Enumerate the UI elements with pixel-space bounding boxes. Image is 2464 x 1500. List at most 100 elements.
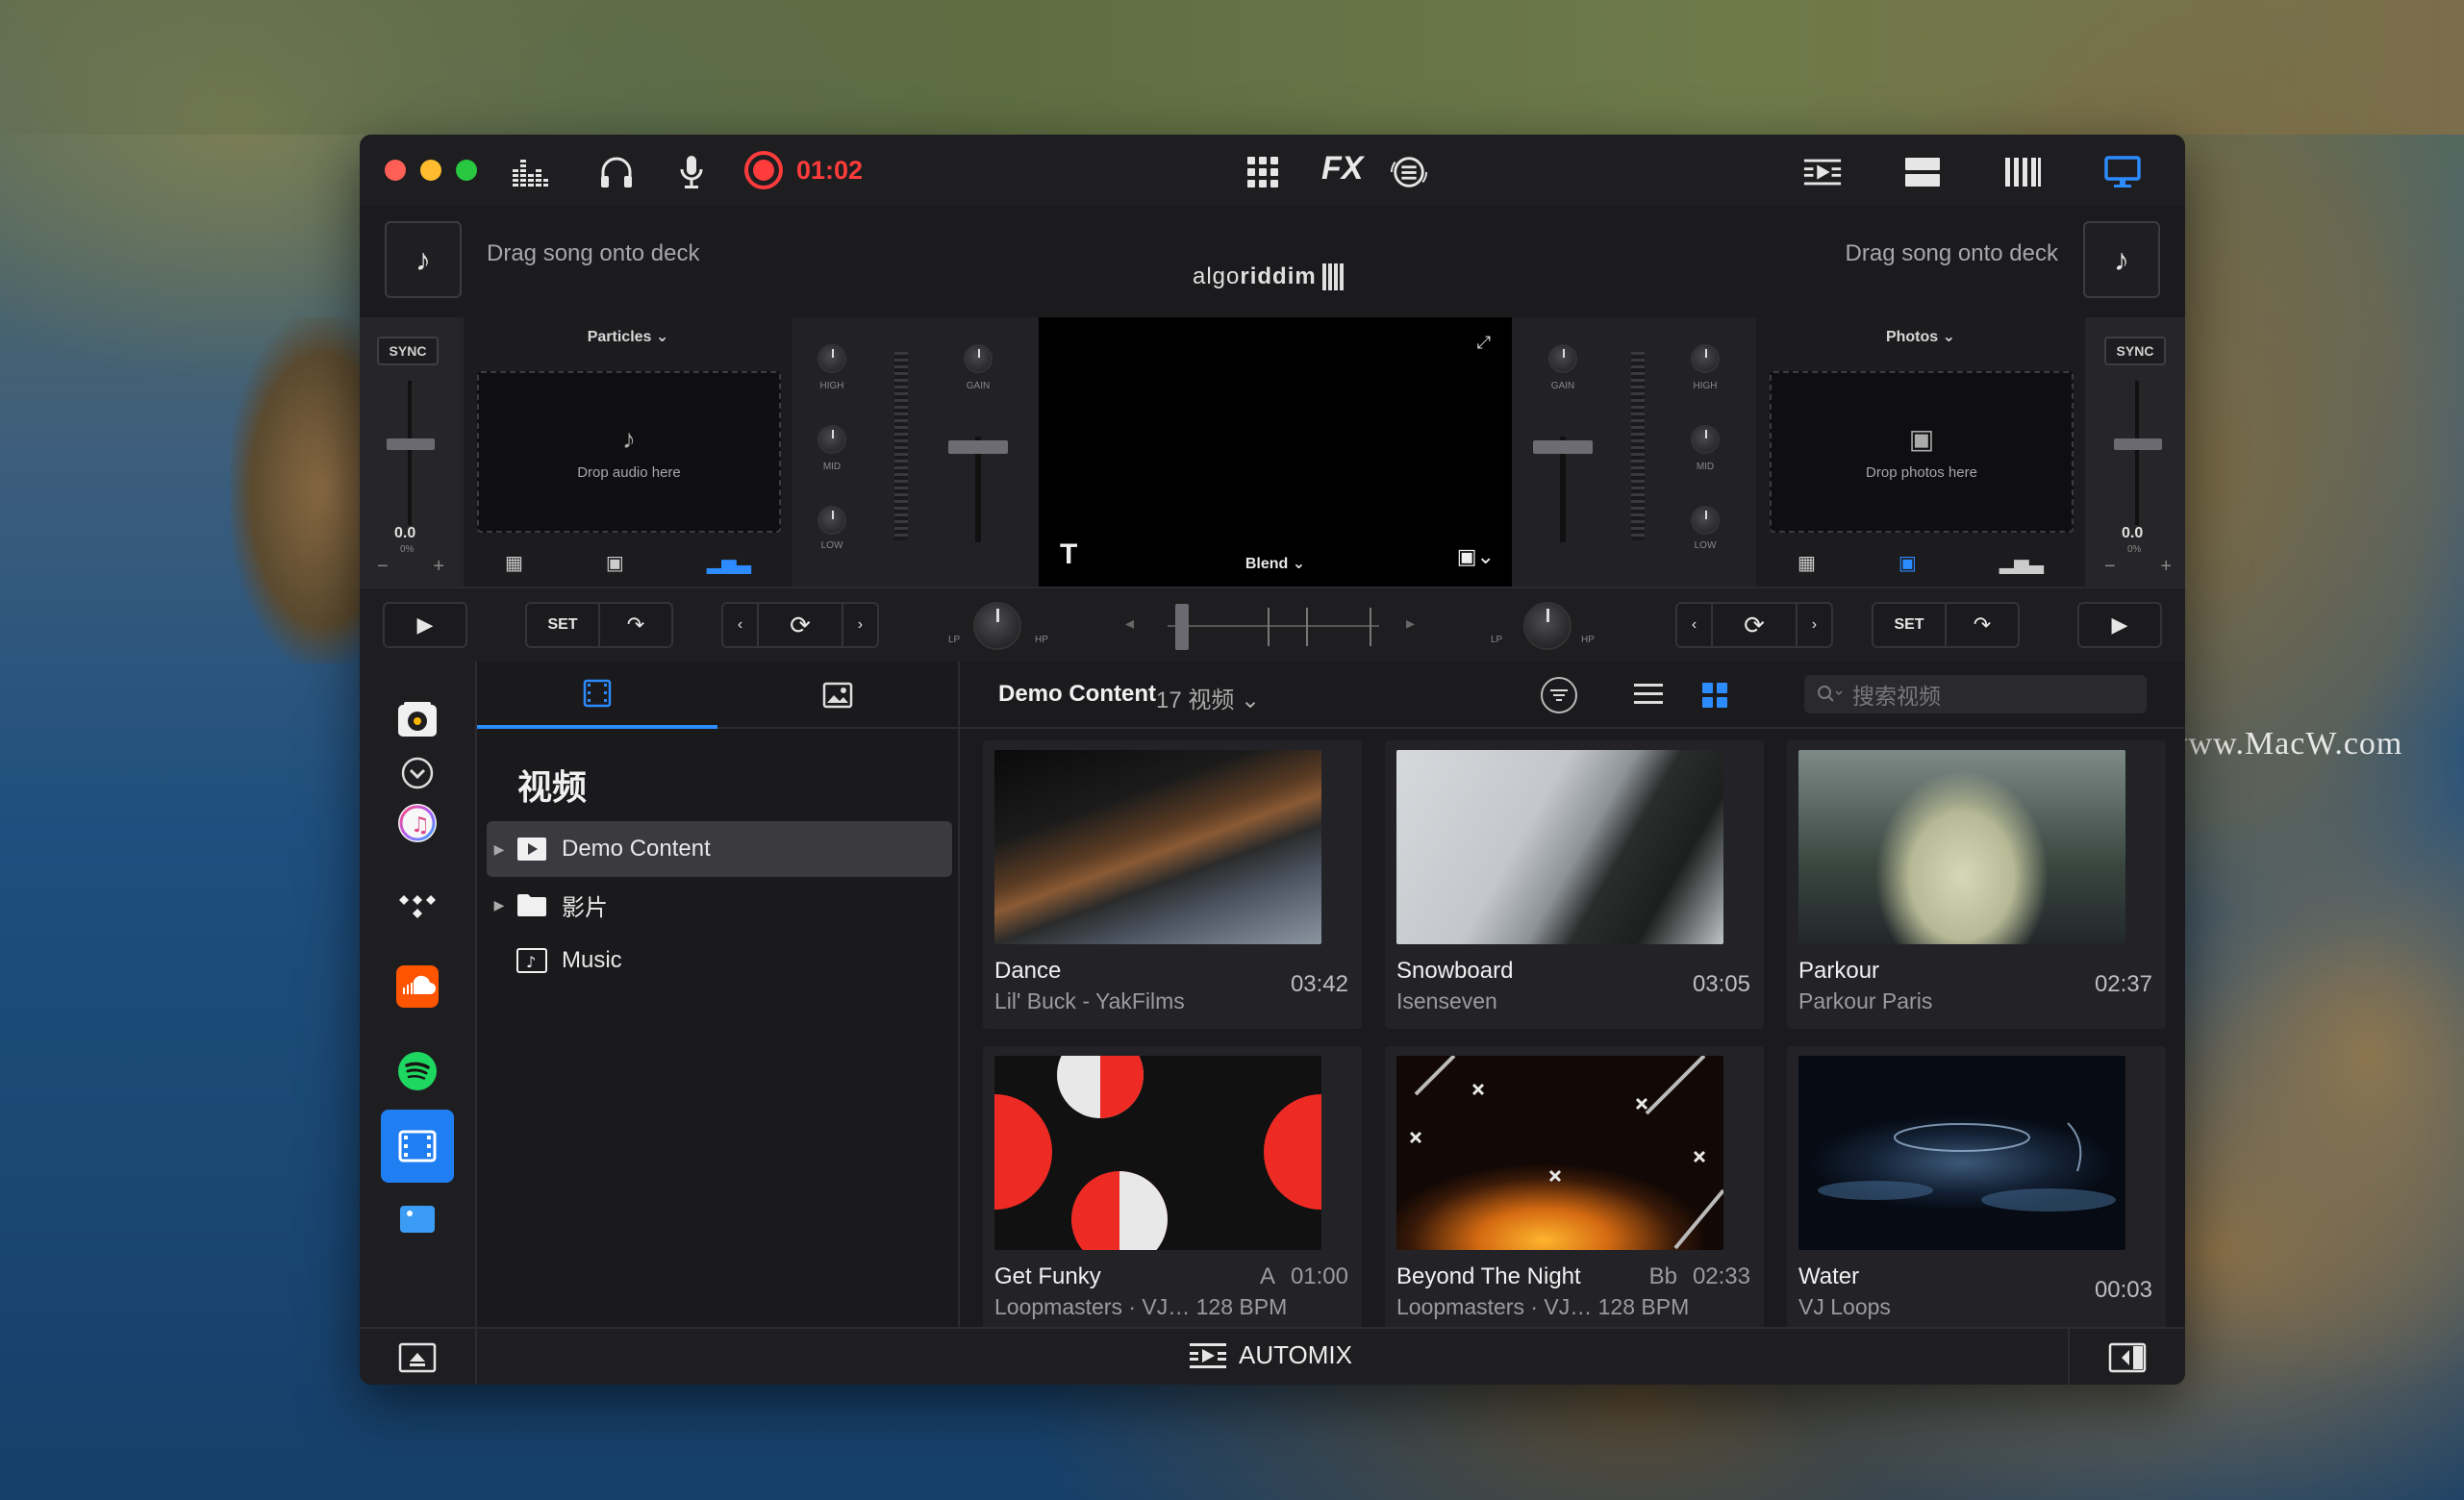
blend-mode-select[interactable]: Blend ⌄ xyxy=(1039,554,1512,573)
left-gain-knob[interactable] xyxy=(964,344,993,373)
crossfader-handle[interactable] xyxy=(1175,604,1189,650)
soundcloud-icon[interactable] xyxy=(381,950,454,1023)
film-icon[interactable]: ▦ xyxy=(505,551,523,575)
search-field[interactable]: 搜索视频 xyxy=(1804,675,2147,713)
minus-icon[interactable]: − xyxy=(2104,556,2116,578)
disclosure-arrow-icon[interactable]: ▶ xyxy=(487,897,512,913)
grid-icon[interactable] xyxy=(1243,152,1283,192)
right-gain-knob[interactable] xyxy=(1548,344,1577,373)
plus-icon[interactable]: + xyxy=(2160,556,2172,578)
sidebar-toggle-button[interactable] xyxy=(2068,1329,2185,1385)
right-set-button[interactable]: SET xyxy=(1894,616,1923,634)
tree-item-demo-content[interactable]: ▶ Demo Content xyxy=(487,821,952,877)
waveform-icon[interactable]: ▂▅▃ xyxy=(707,551,751,575)
cue-jump-icon[interactable]: ↷ xyxy=(1974,612,1991,638)
right-high-knob[interactable] xyxy=(1691,344,1720,373)
record-icon[interactable] xyxy=(744,151,783,189)
tab-videos[interactable] xyxy=(477,662,717,729)
right-mid-knob[interactable] xyxy=(1691,425,1720,454)
expand-icon[interactable]: ⤢ xyxy=(1477,333,1491,353)
automix-icon[interactable] xyxy=(1802,152,1843,192)
automix-button[interactable]: AUTOMIX xyxy=(1189,1340,1352,1370)
tab-photos[interactable] xyxy=(717,662,958,729)
headphones-icon[interactable] xyxy=(596,152,637,192)
minus-icon[interactable]: − xyxy=(377,556,389,578)
left-play-button[interactable]: ▶ xyxy=(383,602,467,648)
right-pitch-stepper[interactable]: − + xyxy=(2104,556,2172,578)
left-sync-button[interactable]: SYNC xyxy=(377,337,439,365)
video-card[interactable]: Snowboard Isenseven 03:05 xyxy=(1385,740,1764,1029)
filter-icon[interactable] xyxy=(1541,677,1577,713)
columns-layout-icon[interactable] xyxy=(2002,152,2043,192)
left-visual-source-select[interactable]: Particles ⌄ xyxy=(464,327,792,346)
left-low-knob[interactable] xyxy=(817,506,846,535)
video-card[interactable]: Dance Lil' Buck - YakFilms 03:42 xyxy=(983,740,1362,1029)
fx-icon[interactable]: FX xyxy=(1321,150,1363,188)
crossfader-left-arrow-icon[interactable]: ◂ xyxy=(1125,613,1134,634)
mixer-icon[interactable] xyxy=(1389,152,1429,192)
loop-icon[interactable]: ⟳ xyxy=(1744,611,1765,640)
left-volume-fader[interactable] xyxy=(948,440,1008,454)
equalizer-icon[interactable] xyxy=(510,152,550,192)
display-icon[interactable] xyxy=(2102,152,2143,192)
image-icon[interactable]: ▣ xyxy=(1898,551,1917,575)
loop-next-icon[interactable]: › xyxy=(858,616,863,634)
disclosure-arrow-icon[interactable]: ▶ xyxy=(487,841,512,858)
photos-source-button[interactable] xyxy=(381,1200,454,1238)
right-volume-fader[interactable] xyxy=(1533,440,1593,454)
video-card[interactable]: Parkour Parkour Paris 02:37 xyxy=(1787,740,2166,1029)
right-visual-source-select[interactable]: Photos ⌄ xyxy=(1756,327,2085,346)
apple-music-icon[interactable]: ♫ xyxy=(381,787,454,860)
left-high-knob[interactable] xyxy=(817,344,846,373)
right-filter-knob[interactable] xyxy=(1523,602,1571,650)
left-pitch-slider[interactable] xyxy=(387,438,435,450)
image-icon[interactable]: ▣ xyxy=(606,551,624,575)
left-set-button[interactable]: SET xyxy=(547,616,577,634)
crossfader[interactable] xyxy=(1168,600,1379,652)
right-deck-song-button[interactable]: ♪ xyxy=(2083,221,2160,298)
video-thumbnail[interactable] xyxy=(1798,750,2125,944)
left-pitch-stepper[interactable]: − + xyxy=(377,556,444,578)
left-filter-knob[interactable] xyxy=(973,602,1021,650)
left-drop-zone[interactable]: ♪ Drop audio here xyxy=(477,371,781,533)
grid-view-icon[interactable] xyxy=(1700,681,1729,714)
video-card[interactable]: Beyond The Night Bb 02:33 Loopmasters · … xyxy=(1385,1046,1764,1327)
film-icon[interactable]: ▦ xyxy=(1798,551,1816,575)
videos-source-button[interactable] xyxy=(381,1110,454,1183)
video-thumbnail[interactable] xyxy=(994,750,1321,944)
single-layout-icon[interactable] xyxy=(1902,152,1943,192)
loop-prev-icon[interactable]: ‹ xyxy=(738,616,742,634)
right-drop-zone[interactable]: ▣ Drop photos here xyxy=(1770,371,2074,533)
right-play-button[interactable]: ▶ xyxy=(2077,602,2162,648)
microphone-icon[interactable] xyxy=(671,152,712,192)
maximize-button[interactable] xyxy=(456,160,477,181)
loop-icon[interactable]: ⟳ xyxy=(790,611,811,640)
image-overlay-icon[interactable]: ▣⌄ xyxy=(1457,544,1495,569)
tree-item-movies[interactable]: ▶ 影片 xyxy=(487,877,952,933)
waveform-icon[interactable]: ▂▅▃ xyxy=(1999,551,2044,575)
video-thumbnail[interactable] xyxy=(994,1056,1321,1250)
video-card[interactable]: Water VJ Loops 00:03 xyxy=(1787,1046,2166,1327)
video-thumbnail[interactable] xyxy=(1798,1056,2125,1250)
video-thumbnail[interactable] xyxy=(1396,1056,1723,1250)
spotify-icon[interactable] xyxy=(381,1035,454,1108)
loop-next-icon[interactable]: › xyxy=(1812,616,1817,634)
right-low-knob[interactable] xyxy=(1691,506,1720,535)
video-card[interactable]: Get Funky A 01:00 Loopmasters · VJ… 128 … xyxy=(983,1046,1362,1327)
right-pitch-slider[interactable] xyxy=(2114,438,2162,450)
eject-button[interactable] xyxy=(360,1329,477,1385)
minimize-button[interactable] xyxy=(420,160,441,181)
video-thumbnail[interactable] xyxy=(1396,750,1723,944)
tree-item-music[interactable]: ♪ Music xyxy=(487,933,952,988)
plus-icon[interactable]: + xyxy=(433,556,444,578)
loop-prev-icon[interactable]: ‹ xyxy=(1692,616,1697,634)
left-deck-song-button[interactable]: ♪ xyxy=(385,221,462,298)
right-sync-button[interactable]: SYNC xyxy=(2104,337,2166,365)
record-control[interactable]: 01:02 xyxy=(744,151,863,189)
close-button[interactable] xyxy=(385,160,406,181)
collection-count-select[interactable]: 17 视频 ⌄ xyxy=(1156,681,1260,714)
crossfader-right-arrow-icon[interactable]: ▸ xyxy=(1406,613,1415,634)
cue-jump-icon[interactable]: ↷ xyxy=(627,612,644,638)
tidal-icon[interactable] xyxy=(381,871,454,944)
video-preview[interactable]: ⤢ T Blend ⌄ ▣⌄ xyxy=(1039,317,1512,587)
